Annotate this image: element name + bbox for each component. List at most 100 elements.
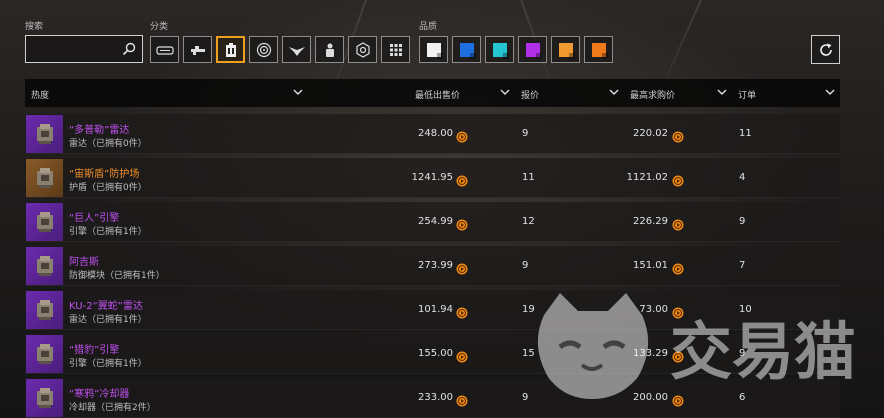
lowest-sell-price: 155.00	[418, 348, 453, 359]
category-filter	[150, 36, 410, 63]
item-category: 冷却器（已拥有2件）	[69, 403, 156, 413]
coin-icon	[672, 128, 684, 143]
drone-category-icon	[288, 46, 305, 56]
highest-buy-price: 200.00	[633, 392, 668, 403]
coin-icon	[456, 348, 468, 363]
sort-dropdown-label[interactable]: 热度	[31, 88, 49, 101]
quality-swatch	[459, 42, 476, 59]
category-drone-button[interactable]	[282, 36, 311, 63]
quality-filter-button[interactable]	[518, 36, 547, 63]
order-count: 10	[739, 304, 752, 315]
bid-count: 9	[522, 260, 529, 271]
bid-count: 9	[522, 392, 529, 403]
coin-icon	[672, 348, 684, 363]
chevron-down-icon[interactable]	[609, 88, 619, 96]
table-row[interactable]: 阿吉斯 防御模块（已拥有1件） 273.99 9 151.01 7	[25, 246, 840, 286]
coin-icon	[672, 172, 684, 187]
coin-icon	[672, 216, 684, 231]
quality-swatch	[492, 42, 509, 59]
table-header: 热度 最低出售价 报价 最高求购价 订单	[25, 79, 840, 107]
shield-generator-item-icon	[26, 159, 63, 197]
table-row[interactable]: “宙斯盾”防护场 护盾（已拥有0件） 1241.95 11 1121.02 4	[25, 158, 840, 198]
coin-icon	[456, 216, 468, 231]
item-name: “巨人”引擎	[69, 213, 120, 224]
table-row[interactable]: “寒鸦”冷却器冷却器（已拥有2件） 233.00 9 200.00 6	[25, 378, 840, 418]
highest-buy-price: 1121.02	[626, 172, 668, 183]
grid-category-icon	[389, 43, 402, 56]
quality-filter-button[interactable]	[452, 36, 481, 63]
item-category: 防御模块（已拥有1件）	[69, 271, 165, 281]
chevron-down-icon[interactable]	[717, 88, 727, 96]
engine-item-icon	[26, 203, 63, 241]
item-category: 雷达（已拥有1件）	[69, 315, 147, 325]
engine-item-icon	[26, 335, 63, 373]
lowest-sell-price: 233.00	[418, 392, 453, 403]
engine-category-icon	[256, 42, 271, 57]
coin-icon	[456, 128, 468, 143]
order-count: 9	[739, 348, 746, 359]
column-orders[interactable]: 订单	[738, 88, 756, 101]
table-row[interactable]: “巨人”引擎 引擎（已拥有1件） 254.99 12 226.29 9	[25, 202, 840, 242]
category-shield-button[interactable]	[348, 36, 377, 63]
item-name: “猎豹”引擎	[69, 345, 120, 356]
category-label: 分类	[150, 22, 169, 32]
column-lowest-sell[interactable]: 最低出售价	[415, 88, 460, 101]
chevron-down-icon[interactable]	[500, 88, 510, 96]
refresh-button[interactable]	[811, 35, 840, 64]
bid-count: 11	[522, 172, 535, 183]
order-count: 6	[739, 392, 746, 403]
category-module-button[interactable]	[216, 36, 245, 63]
search-icon[interactable]	[122, 42, 136, 56]
highest-buy-price: 151.01	[633, 260, 668, 271]
bid-count: 9	[522, 128, 529, 139]
highest-buy-price: 73.00	[639, 304, 668, 315]
radar-item-icon	[26, 291, 63, 329]
coin-icon	[456, 392, 468, 407]
quality-swatch	[525, 42, 542, 59]
table-row[interactable]: “猎豹”引擎 引擎（已拥有1件） 155.00 15 133.29 9	[25, 334, 840, 374]
chevron-down-icon[interactable]	[825, 88, 835, 96]
item-name: “宙斯盾”防护场	[69, 169, 140, 180]
cooler-item-icon	[26, 379, 63, 417]
weapon-category-icon	[190, 45, 205, 55]
shield-category-icon	[355, 41, 370, 58]
item-category: 引擎（已拥有1件）	[69, 227, 147, 237]
category-crew-button[interactable]	[315, 36, 344, 63]
highest-buy-price: 220.02	[633, 128, 668, 139]
order-count: 11	[739, 128, 752, 139]
bid-count: 15	[522, 348, 535, 359]
quality-filter-button[interactable]	[485, 36, 514, 63]
coin-icon	[672, 260, 684, 275]
quality-filter-button[interactable]	[584, 36, 613, 63]
bid-count: 19	[522, 304, 535, 315]
quality-swatch	[558, 42, 575, 59]
search-input[interactable]	[26, 36, 118, 62]
column-highest-buy[interactable]: 最高求购价	[630, 88, 675, 101]
item-name: “寒鸦”冷却器	[69, 389, 130, 400]
column-bids[interactable]: 报价	[521, 88, 539, 101]
category-all-button[interactable]	[381, 36, 410, 63]
category-weapon-button[interactable]	[183, 36, 212, 63]
search-box	[25, 35, 143, 63]
category-engine-button[interactable]	[249, 36, 278, 63]
category-radar-button[interactable]	[150, 36, 179, 63]
coin-icon	[456, 260, 468, 275]
item-category: 雷达（已拥有0件）	[69, 139, 147, 149]
quality-swatch	[426, 42, 443, 59]
crew-category-icon	[325, 43, 334, 57]
chevron-down-icon[interactable]	[293, 88, 303, 96]
quality-filter-button[interactable]	[551, 36, 580, 63]
table-row[interactable]: “多普勒”雷达 雷达（已拥有0件） 248.00 9 220.02 11	[25, 114, 840, 154]
table-row[interactable]: KU-2“翼蛇”雷达 雷达（已拥有1件） 101.94 19 73.00 10	[25, 290, 840, 330]
module-category-icon	[225, 42, 236, 57]
order-count: 4	[739, 172, 746, 183]
quality-filter-button[interactable]	[419, 36, 448, 63]
order-count: 7	[739, 260, 746, 271]
item-name: 阿吉斯	[69, 257, 99, 268]
lowest-sell-price: 1241.95	[411, 172, 453, 183]
lowest-sell-price: 101.94	[418, 304, 453, 315]
coin-icon	[672, 304, 684, 319]
highest-buy-price: 226.29	[633, 216, 668, 227]
coin-icon	[672, 392, 684, 407]
quality-swatch	[591, 42, 608, 59]
